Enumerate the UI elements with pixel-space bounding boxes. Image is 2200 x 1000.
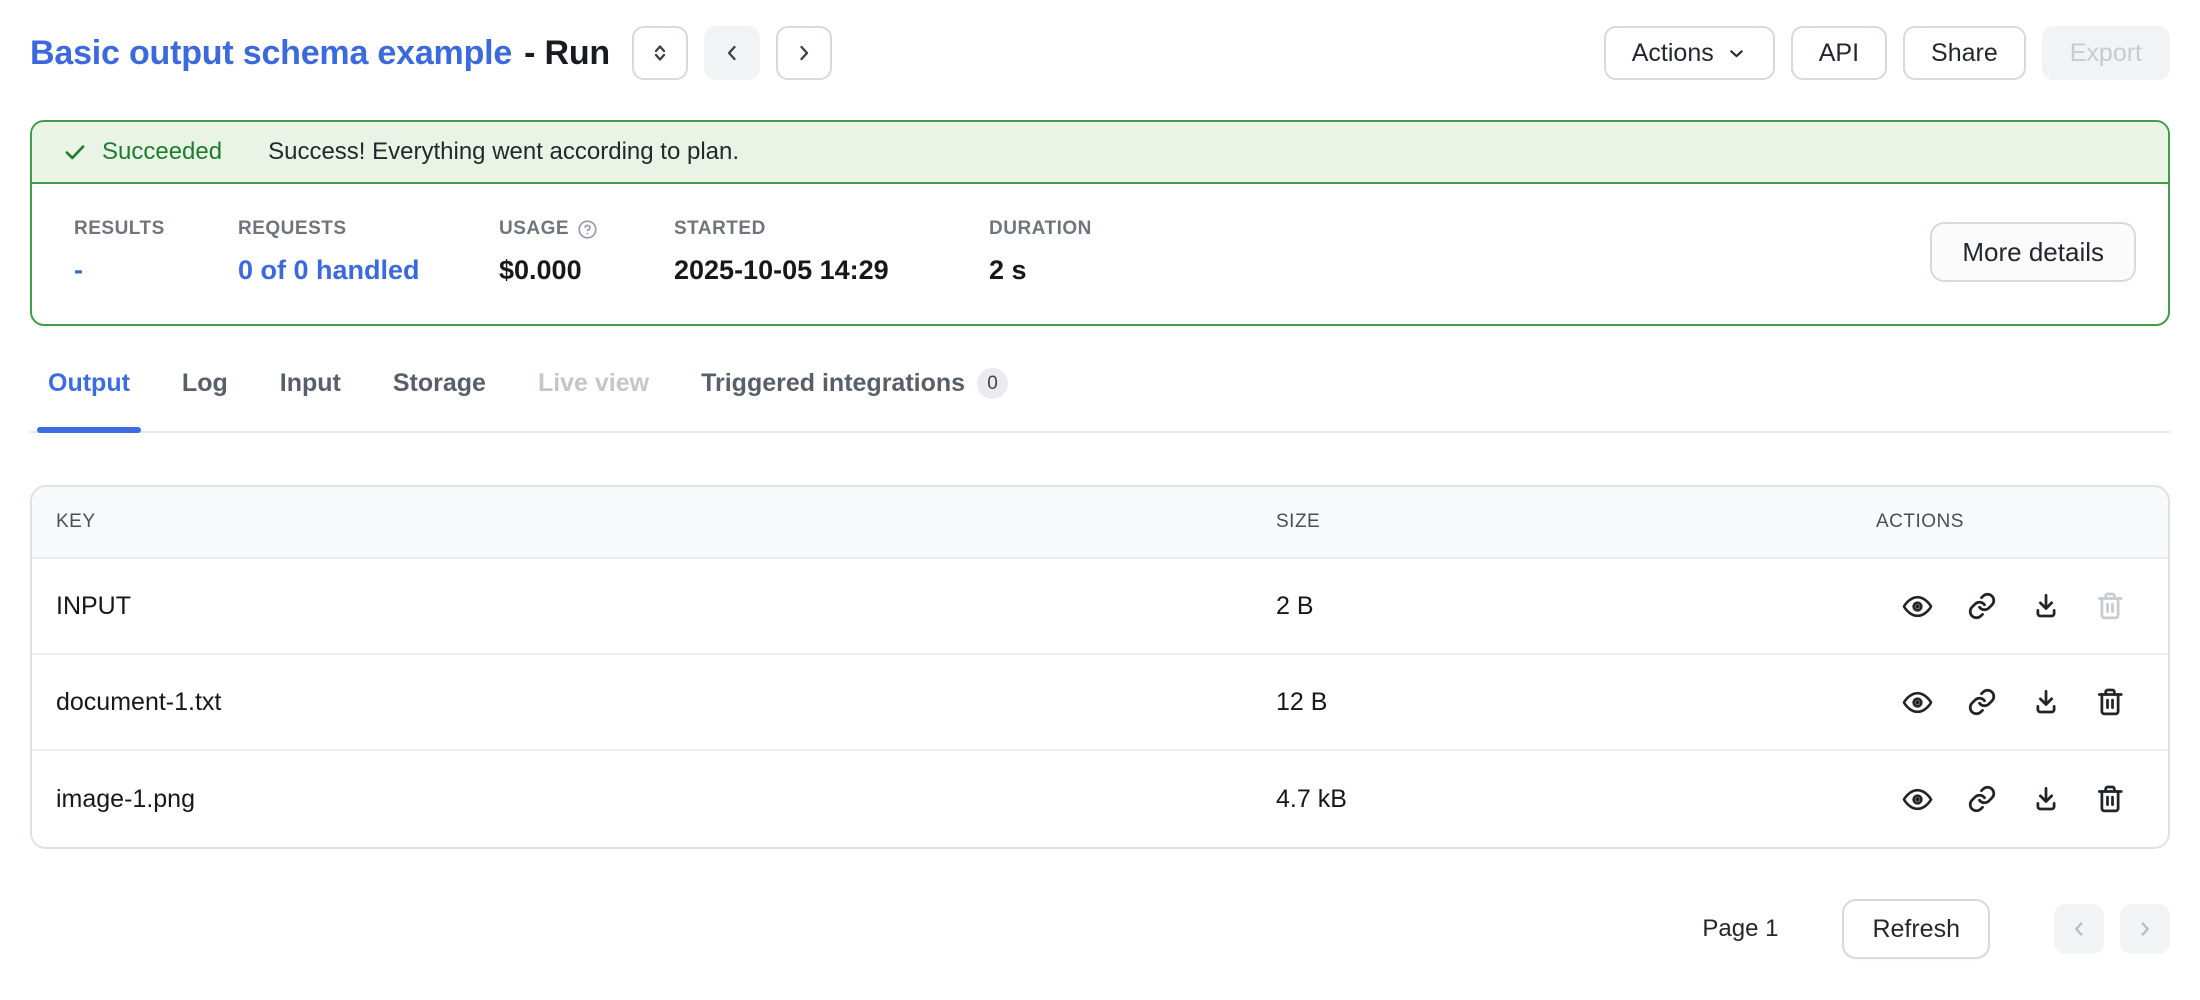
stat-started-value: 2025-10-05 14:29 <box>674 255 989 286</box>
tab-triggered-integrations[interactable]: Triggered integrations 0 <box>701 368 1008 431</box>
stat-usage-label: USAGE <box>499 218 674 240</box>
check-icon <box>62 139 88 165</box>
stat-usage-value: $0.000 <box>499 255 674 286</box>
more-details-button[interactable]: More details <box>1930 222 2136 282</box>
stat-requests: REQUESTS 0 of 0 handled <box>238 218 499 286</box>
previous-run-button[interactable] <box>704 26 760 80</box>
api-button[interactable]: API <box>1791 26 1887 80</box>
record-actions <box>1876 784 2144 815</box>
table-row: INPUT 2 B <box>32 559 2168 655</box>
status-banner: Succeeded Success! Everything went accor… <box>32 122 2168 184</box>
trash-icon[interactable] <box>2095 784 2125 814</box>
eye-icon[interactable] <box>1902 591 1933 622</box>
stat-requests-value: 0 of 0 handled <box>238 255 499 286</box>
table-row: image-1.png 4.7 kB <box>32 751 2168 847</box>
results-link[interactable]: - <box>74 255 83 285</box>
record-actions <box>1876 687 2144 718</box>
refresh-button[interactable]: Refresh <box>1842 899 1990 959</box>
record-size: 12 B <box>1276 688 1876 717</box>
tab-storage[interactable]: Storage <box>393 368 486 431</box>
download-icon[interactable] <box>2031 784 2061 814</box>
record-key[interactable]: INPUT <box>56 592 1276 621</box>
next-page-button <box>2120 904 2170 954</box>
requests-link[interactable]: 0 of 0 handled <box>238 255 420 285</box>
stat-duration-value: 2 s <box>989 255 1092 286</box>
stat-requests-label: REQUESTS <box>238 218 499 240</box>
pagination-bar: Page 1 Refresh <box>30 899 2170 959</box>
next-run-button[interactable] <box>776 26 832 80</box>
tab-triggered-integrations-label: Triggered integrations <box>701 369 965 398</box>
help-circle-icon[interactable] <box>577 219 598 240</box>
actions-dropdown-label: Actions <box>1632 39 1714 68</box>
chevron-left-icon <box>720 41 744 65</box>
column-header-size: SIZE <box>1276 511 1876 533</box>
title-group: Basic output schema example - Run <box>30 26 832 80</box>
export-button: Export <box>2042 26 2170 80</box>
download-icon[interactable] <box>2031 591 2061 621</box>
topbar: Basic output schema example - Run Actions… <box>30 22 2170 84</box>
status-body: RESULTS - REQUESTS 0 of 0 handled USAGE … <box>32 184 2168 324</box>
page-title-suffix: - Run <box>524 34 610 72</box>
tab-output[interactable]: Output <box>48 368 130 431</box>
eye-icon[interactable] <box>1902 784 1933 815</box>
stat-usage-label-text: USAGE <box>499 218 569 240</box>
status-message: Success! Everything went according to pl… <box>268 138 739 166</box>
record-size: 4.7 kB <box>1276 785 1876 814</box>
download-icon[interactable] <box>2031 687 2061 717</box>
run-stats: RESULTS - REQUESTS 0 of 0 handled USAGE … <box>74 218 1092 286</box>
trash-icon <box>2095 591 2125 621</box>
link-icon[interactable] <box>1967 784 1997 814</box>
triggered-integrations-count-badge: 0 <box>977 368 1008 399</box>
eye-icon[interactable] <box>1902 687 1933 718</box>
stat-results: RESULTS - <box>74 218 238 286</box>
run-detail-page: Basic output schema example - Run Actions… <box>0 0 2200 1000</box>
status-label: Succeeded <box>102 138 222 166</box>
topbar-actions: Actions API Share Export <box>1604 26 2170 80</box>
column-header-actions: ACTIONS <box>1876 511 2144 533</box>
column-header-key: KEY <box>56 511 1276 533</box>
run-selector-button[interactable] <box>632 26 688 80</box>
stat-usage: USAGE $0.000 <box>499 218 674 286</box>
share-button[interactable]: Share <box>1903 26 2026 80</box>
stat-results-value: - <box>74 255 238 286</box>
page-indicator: Page 1 <box>1702 915 1778 943</box>
chevron-right-icon <box>2134 918 2156 940</box>
table-header-row: KEY SIZE ACTIONS <box>32 487 2168 559</box>
stat-duration: DURATION 2 s <box>989 218 1092 286</box>
actions-dropdown-button[interactable]: Actions <box>1604 26 1775 80</box>
record-actions <box>1876 591 2144 622</box>
previous-page-button <box>2054 904 2104 954</box>
tab-input[interactable]: Input <box>280 368 341 431</box>
tab-live-view: Live view <box>538 368 649 431</box>
record-key[interactable]: image-1.png <box>56 785 1276 814</box>
stat-duration-label: DURATION <box>989 218 1092 240</box>
chevron-right-icon <box>792 41 816 65</box>
table-row: document-1.txt 12 B <box>32 655 2168 751</box>
trash-icon[interactable] <box>2095 687 2125 717</box>
stat-started-label: STARTED <box>674 218 989 240</box>
run-tabs: Output Log Input Storage Live view Trigg… <box>30 368 2170 433</box>
page-title: Basic output schema example - Run <box>30 34 610 73</box>
record-key[interactable]: document-1.txt <box>56 688 1276 717</box>
link-icon[interactable] <box>1967 591 1997 621</box>
chevrons-up-down-icon <box>648 41 672 65</box>
actor-title-link[interactable]: Basic output schema example <box>30 34 512 72</box>
stat-results-label: RESULTS <box>74 218 238 240</box>
chevron-down-icon <box>1726 43 1747 64</box>
run-status-card: Succeeded Success! Everything went accor… <box>30 120 2170 326</box>
key-value-store-table: KEY SIZE ACTIONS INPUT 2 B document-1.tx… <box>30 485 2170 849</box>
tab-log[interactable]: Log <box>182 368 228 431</box>
chevron-left-icon <box>2068 918 2090 940</box>
stat-started: STARTED 2025-10-05 14:29 <box>674 218 989 286</box>
record-size: 2 B <box>1276 592 1876 621</box>
link-icon[interactable] <box>1967 687 1997 717</box>
